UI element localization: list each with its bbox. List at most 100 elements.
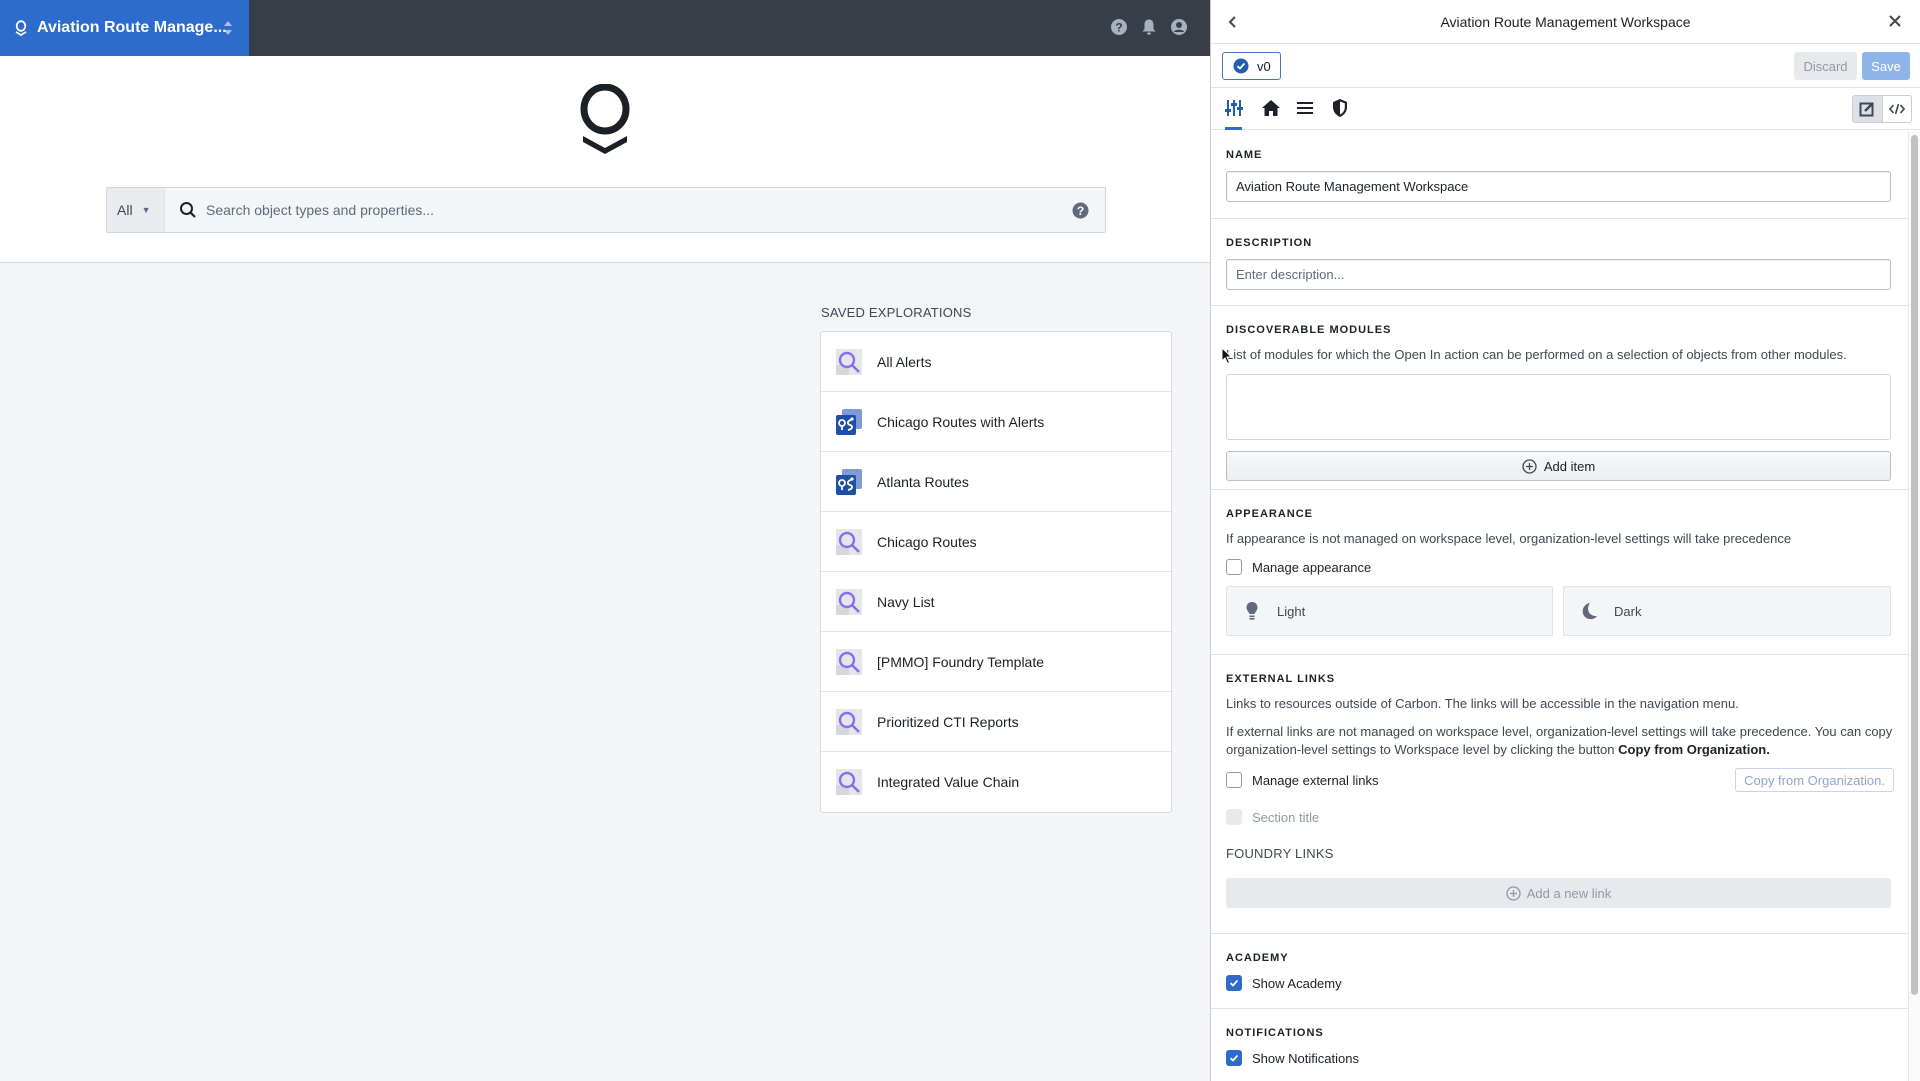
app-root: Aviation Route Manage... ? All ▼ ? SAV <box>0 0 1920 1081</box>
chevron-left-icon[interactable] <box>1227 14 1239 30</box>
saved-exploration-label: [PMMO] Foundry Template <box>877 653 1045 670</box>
manage-appearance-checkbox[interactable] <box>1226 559 1242 575</box>
manage-external-links-label: Manage external links <box>1252 772 1379 788</box>
saved-exploration-label: Atlanta Routes <box>877 473 969 490</box>
map-route-icon <box>836 408 862 435</box>
saved-exploration-label: Chicago Routes <box>877 533 977 550</box>
user-account-icon[interactable] <box>1170 18 1188 36</box>
svg-text:?: ? <box>1115 21 1122 35</box>
search-icon <box>180 202 196 218</box>
add-item-button[interactable]: Add item <box>1226 451 1891 481</box>
exploration-search-icon <box>836 769 862 795</box>
map-route-icon <box>836 468 862 495</box>
search-help-icon[interactable]: ? <box>1072 202 1089 219</box>
tab-permissions[interactable] <box>1331 98 1353 120</box>
moon-icon <box>1582 602 1598 620</box>
theme-light-label: Light <box>1277 603 1306 619</box>
object-search-bar: All ▼ ? <box>106 187 1106 233</box>
show-notifications-checkbox[interactable] <box>1226 1050 1242 1066</box>
menu-list-icon <box>1297 102 1313 114</box>
saved-exploration-item[interactable]: Chicago Routes <box>821 512 1171 572</box>
external-links-section: EXTERNAL LINKS Links to resources outsid… <box>1211 655 1909 934</box>
search-scope-dropdown[interactable]: All ▼ <box>107 188 165 232</box>
saved-exploration-item[interactable]: Atlanta Routes <box>821 452 1171 512</box>
foundry-links-label: FOUNDRY LINKS <box>1226 846 1334 861</box>
tab-settings[interactable] <box>1225 98 1247 130</box>
panel-scrollbar[interactable] <box>1908 131 1920 1081</box>
theme-dark-label: Dark <box>1614 603 1642 619</box>
verified-check-icon <box>1233 58 1249 74</box>
name-label: NAME <box>1226 149 1263 161</box>
panel-title: Aviation Route Management Workspace <box>1440 13 1691 30</box>
academy-label: ACADEMY <box>1226 952 1289 964</box>
search-input[interactable] <box>206 202 1072 218</box>
save-button[interactable]: Save <box>1862 52 1910 80</box>
checkmark-icon <box>1229 979 1239 987</box>
manage-external-links-checkbox[interactable] <box>1226 772 1242 788</box>
visual-editor-button[interactable] <box>1853 96 1883 122</box>
add-new-link-button[interactable]: Add a new link <box>1226 878 1891 908</box>
panel-header: Aviation Route Management Workspace <box>1211 0 1920 44</box>
workspace-settings-panel: Aviation Route Management Workspace v0 D… <box>1210 0 1920 1081</box>
exploration-search-icon <box>836 708 862 735</box>
saved-exploration-label: Navy List <box>877 593 935 610</box>
modules-label: DISCOVERABLE MODULES <box>1226 324 1392 336</box>
copy-from-organization-button[interactable]: Copy from Organization. <box>1735 768 1894 792</box>
discard-button[interactable]: Discard <box>1794 52 1857 80</box>
main-area: Aviation Route Manage... ? All ▼ ? SAV <box>0 0 1210 1081</box>
help-icon[interactable]: ? <box>1110 18 1128 36</box>
saved-exploration-item[interactable]: Chicago Routes with Alerts <box>821 392 1171 452</box>
modules-list-box[interactable] <box>1226 374 1891 440</box>
manage-appearance-label: Manage appearance <box>1252 559 1372 575</box>
show-notifications-label: Show Notifications <box>1252 1050 1359 1066</box>
code-editor-button[interactable] <box>1883 96 1912 122</box>
manage-external-links-row: Manage external links Copy from Organiza… <box>1226 768 1894 792</box>
saved-exploration-label: All Alerts <box>877 353 932 370</box>
saved-exploration-item[interactable]: [PMMO] Foundry Template <box>821 632 1171 692</box>
workspace-switcher[interactable]: Aviation Route Manage... <box>0 0 249 56</box>
scrollbar-thumb[interactable] <box>1911 135 1918 995</box>
search-scope-label: All <box>117 202 133 218</box>
saved-exploration-item[interactable]: Prioritized CTI Reports <box>821 692 1171 752</box>
saved-exploration-label: Chicago Routes with Alerts <box>877 413 1045 430</box>
name-input[interactable] <box>1226 171 1891 202</box>
add-item-label: Add item <box>1543 458 1596 474</box>
lightbulb-icon <box>1246 602 1258 620</box>
exploration-search-icon <box>836 588 862 615</box>
show-academy-checkbox[interactable] <box>1226 975 1242 991</box>
external-links-help-2-text: If external links are not managed on wor… <box>1226 724 1893 757</box>
description-section: DESCRIPTION <box>1211 219 1909 306</box>
workspace-title: Aviation Route Manage... <box>37 19 227 36</box>
exploration-search-icon <box>836 648 862 675</box>
tab-home[interactable] <box>1261 98 1283 120</box>
tab-menu[interactable] <box>1296 98 1318 120</box>
appearance-section: APPEARANCE If appearance is not managed … <box>1211 490 1909 655</box>
palantir-logo-icon <box>15 20 27 36</box>
external-links-help-2-bold: Copy from Organization. <box>1618 742 1770 757</box>
plus-circle-icon <box>1506 885 1521 901</box>
saved-exploration-item[interactable]: All Alerts <box>821 332 1171 392</box>
theme-dark-option[interactable]: Dark <box>1563 586 1891 636</box>
academy-section: ACADEMY Show Academy <box>1211 934 1909 1009</box>
discoverable-modules-section: DISCOVERABLE MODULES List of modules for… <box>1211 306 1909 490</box>
saved-exploration-item[interactable]: Navy List <box>821 572 1171 632</box>
close-icon[interactable] <box>1888 14 1902 28</box>
saved-explorations-list: All Alerts Chicago Routes with Alerts Atla… <box>820 331 1172 813</box>
name-section: NAME <box>1211 131 1909 219</box>
theme-light-option[interactable]: Light <box>1226 586 1553 636</box>
description-input[interactable] <box>1226 259 1891 290</box>
edit-icon <box>1859 102 1875 117</box>
version-button[interactable]: v0 <box>1222 52 1281 80</box>
sliders-icon <box>1225 100 1243 116</box>
section-title-label: Section title <box>1252 809 1320 825</box>
saved-exploration-item[interactable]: Integrated Value Chain <box>821 752 1171 812</box>
notifications-section: NOTIFICATIONS Show Notifications <box>1211 1009 1909 1081</box>
caret-down-icon: ▼ <box>141 205 151 215</box>
edit-mode-toggle <box>1852 95 1912 123</box>
saved-exploration-label: Integrated Value Chain <box>877 774 1020 790</box>
section-title-checkbox[interactable] <box>1226 809 1242 825</box>
code-icon <box>1888 103 1905 115</box>
description-label: DESCRIPTION <box>1226 237 1313 249</box>
version-bar: v0 Discard Save <box>1211 44 1920 88</box>
notifications-bell-icon[interactable] <box>1140 18 1158 36</box>
